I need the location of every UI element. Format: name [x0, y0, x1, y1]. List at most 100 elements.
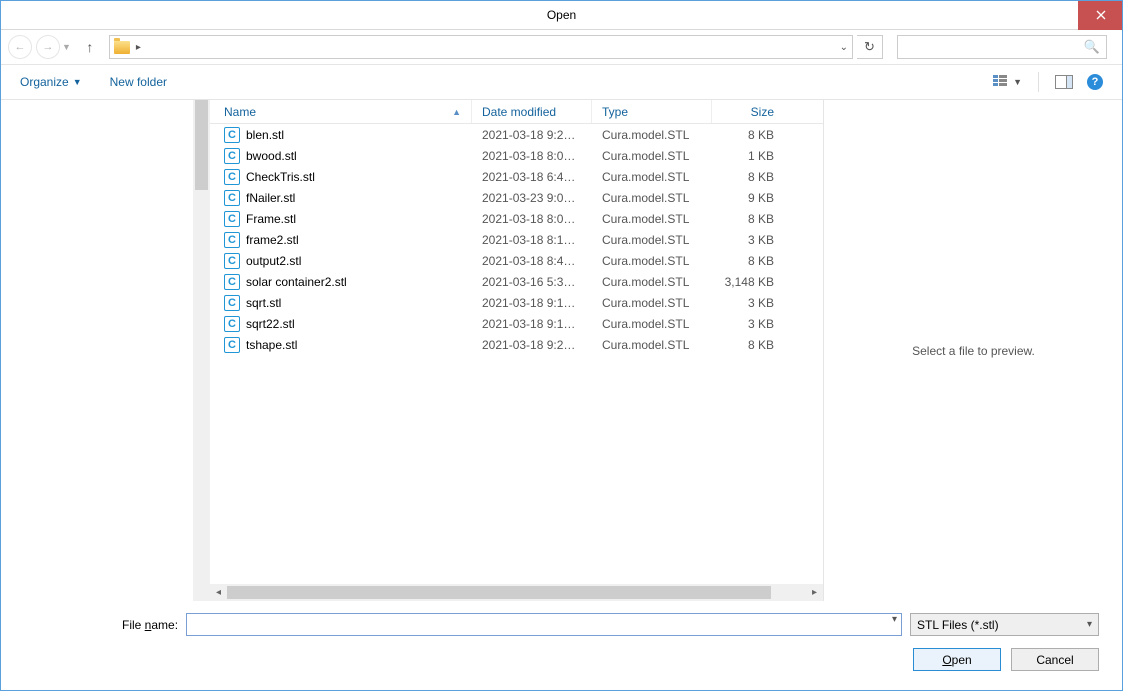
stl-file-icon: C — [224, 274, 240, 290]
hscroll-track[interactable] — [227, 584, 806, 601]
path-box[interactable]: ▸ ⌄ — [109, 35, 853, 59]
file-row[interactable]: CCheckTris.stl2021-03-18 6:40 PMCura.mod… — [210, 166, 823, 187]
navpane-scrollbar[interactable] — [193, 100, 210, 601]
search-input[interactable]: 🔍 — [897, 35, 1107, 59]
file-type: Cura.model.STL — [592, 128, 712, 142]
back-button[interactable]: ← — [8, 35, 32, 59]
column-headers: Name ▲ Date modified Type Size — [210, 100, 823, 124]
chevron-down-icon: ▼ — [73, 77, 82, 87]
file-rows: Cblen.stl2021-03-18 9:24 PMCura.model.ST… — [210, 124, 823, 584]
recent-dropdown[interactable]: ▼ — [62, 42, 71, 52]
file-name: CheckTris.stl — [246, 170, 315, 184]
column-type[interactable]: Type — [592, 100, 712, 123]
file-row[interactable]: Cbwood.stl2021-03-18 8:04 PMCura.model.S… — [210, 145, 823, 166]
file-row[interactable]: Cblen.stl2021-03-18 9:24 PMCura.model.ST… — [210, 124, 823, 145]
file-date: 2021-03-18 8:49 PM — [472, 254, 592, 268]
help-icon: ? — [1092, 76, 1099, 88]
preview-pane: Select a file to preview. — [823, 100, 1123, 601]
file-date: 2021-03-18 9:13 PM — [472, 296, 592, 310]
file-row[interactable]: Cframe2.stl2021-03-18 8:19 PMCura.model.… — [210, 229, 823, 250]
details-view-icon — [993, 75, 1009, 89]
file-row[interactable]: Csqrt.stl2021-03-18 9:13 PMCura.model.ST… — [210, 292, 823, 313]
file-date: 2021-03-18 8:04 PM — [472, 149, 592, 163]
file-type: Cura.model.STL — [592, 170, 712, 184]
file-type: Cura.model.STL — [592, 338, 712, 352]
scroll-left-icon[interactable]: ◂ — [210, 584, 227, 601]
file-row[interactable]: CfNailer.stl2021-03-23 9:03 PMCura.model… — [210, 187, 823, 208]
file-name-cell: Cblen.stl — [210, 127, 472, 143]
file-list: Name ▲ Date modified Type Size Cblen.stl… — [210, 100, 823, 601]
file-name: Frame.stl — [246, 212, 296, 226]
stl-file-icon: C — [224, 211, 240, 227]
refresh-button[interactable]: ↻ — [857, 35, 883, 59]
file-name-cell: Cbwood.stl — [210, 148, 472, 164]
hscrollbar[interactable]: ◂ ▸ — [210, 584, 823, 601]
preview-pane-button[interactable] — [1055, 75, 1073, 89]
file-name: frame2.stl — [246, 233, 299, 247]
column-name[interactable]: Name ▲ — [210, 100, 472, 123]
nav-pane[interactable] — [0, 100, 210, 601]
stl-file-icon: C — [224, 295, 240, 311]
scrollbar-thumb[interactable] — [195, 100, 208, 190]
sort-asc-icon: ▲ — [452, 107, 461, 117]
file-size: 8 KB — [712, 128, 790, 142]
organize-label: Organize — [20, 75, 69, 89]
file-row[interactable]: C Frame.stl 2021-03-18 8:02 PMCura.model.S… — [210, 208, 823, 229]
file-size: 3,148 KB — [712, 275, 790, 289]
organize-button[interactable]: Organize ▼ — [20, 75, 82, 89]
file-name: sqrt22.stl — [246, 317, 295, 331]
help-button[interactable]: ? — [1087, 74, 1103, 90]
file-size: 8 KB — [712, 170, 790, 184]
close-button[interactable] — [1078, 0, 1123, 30]
separator — [1038, 72, 1039, 92]
preview-placeholder: Select a file to preview. — [912, 344, 1035, 358]
open-button[interactable]: Open — [913, 648, 1001, 671]
file-size: 1 KB — [712, 149, 790, 163]
file-row[interactable]: Csqrt22.stl2021-03-18 9:17 PMCura.model.… — [210, 313, 823, 334]
cancel-label: Cancel — [1036, 653, 1073, 667]
file-name: fNailer.stl — [246, 191, 295, 205]
cancel-button[interactable]: Cancel — [1011, 648, 1099, 671]
file-date: 2021-03-18 9:20 PM — [472, 338, 592, 352]
file-name-cell: C Frame.stl — [210, 211, 472, 227]
new-folder-button[interactable]: New folder — [110, 75, 167, 89]
button-row: Open Cancel — [24, 648, 1099, 671]
arrow-right-icon: → — [43, 41, 54, 53]
window-title: Open — [547, 8, 576, 22]
file-type: Cura.model.STL — [592, 212, 712, 226]
file-row[interactable]: Coutput2.stl2021-03-18 8:49 PMCura.model… — [210, 250, 823, 271]
up-button[interactable]: ↑ — [81, 38, 99, 56]
forward-button[interactable]: → — [36, 35, 60, 59]
file-name: bwood.stl — [246, 149, 297, 163]
file-type: Cura.model.STL — [592, 254, 712, 268]
stl-file-icon: C — [224, 148, 240, 164]
file-type: Cura.model.STL — [592, 317, 712, 331]
titlebar: Open — [0, 0, 1123, 30]
file-size: 8 KB — [712, 212, 790, 226]
path-dropdown-icon[interactable]: ⌄ — [840, 42, 848, 53]
refresh-icon: ↻ — [864, 39, 875, 55]
file-row[interactable]: Csolar container2.stl2021-03-16 5:32 PMC… — [210, 271, 823, 292]
file-date: 2021-03-18 6:40 PM — [472, 170, 592, 184]
file-date: 2021-03-18 8:19 PM — [472, 233, 592, 247]
filetype-filter[interactable]: STL Files (*.stl) — [910, 613, 1099, 636]
file-type: Cura.model.STL — [592, 191, 712, 205]
column-date[interactable]: Date modified — [472, 100, 592, 123]
column-size[interactable]: Size — [712, 100, 790, 123]
file-date: 2021-03-18 8:02 PM — [472, 212, 592, 226]
file-name-cell: Csqrt22.stl — [210, 316, 472, 332]
file-size: 3 KB — [712, 296, 790, 310]
toolbar: Organize ▼ New folder ▼ ? — [0, 65, 1123, 100]
search-icon: 🔍 — [1084, 39, 1100, 55]
file-row[interactable]: Ctshape.stl2021-03-18 9:20 PMCura.model.… — [210, 334, 823, 355]
filename-input[interactable] — [186, 613, 902, 636]
arrow-left-icon: ← — [15, 41, 26, 53]
stl-file-icon: C — [224, 337, 240, 353]
scroll-right-icon[interactable]: ▸ — [806, 584, 823, 601]
chevron-right-icon: ▸ — [136, 42, 141, 53]
hscroll-thumb[interactable] — [227, 586, 771, 599]
stl-file-icon: C — [224, 232, 240, 248]
filename-label: File name: — [122, 618, 178, 632]
view-mode-button[interactable]: ▼ — [993, 75, 1022, 89]
file-name: sqrt.stl — [246, 296, 281, 310]
